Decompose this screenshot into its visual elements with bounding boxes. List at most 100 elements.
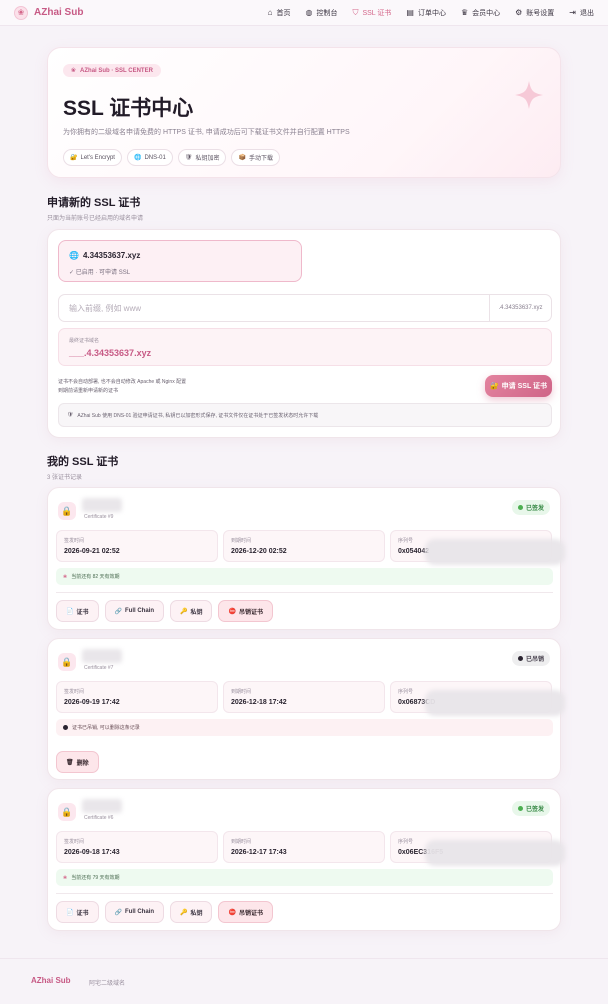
hero-description: 为你拥有的二级域名申请免费的 HTTPS 证书, 申请成功后可下载证书文件并自行…: [63, 129, 350, 136]
button-label: 证书: [76, 609, 89, 616]
domain-status: ✓ 已启用 · 可申请 SSL: [69, 270, 131, 276]
globe-icon: 🌐: [133, 155, 142, 161]
serial-label: 序列号: [398, 689, 414, 695]
nav-item-6[interactable]: ⇥ 退出: [569, 8, 594, 18]
flower-icon: ❀: [71, 68, 77, 74]
cert-actions: 🗑 删除: [56, 751, 99, 773]
apply-section-title: 申请新的 SSL 证书: [47, 197, 141, 209]
button-label: 私钥: [190, 910, 203, 917]
lock-icon: 🔒: [58, 803, 76, 821]
expires-value: 2026-12-20 02:52: [231, 548, 287, 555]
no-entry-icon: ⛔: [228, 608, 236, 615]
button-label: 删除: [76, 760, 89, 767]
tag-label: DNS-01: [144, 154, 166, 161]
button-label: 吊销证书: [238, 910, 263, 917]
cert-domain-redacted: [82, 649, 122, 663]
nav-item-4[interactable]: ♛ 会员中心: [461, 8, 500, 18]
link-icon: 🔗: [114, 909, 122, 916]
serial-field: 序列号 0x06873CD: [390, 681, 565, 716]
hint-renew: 到期前请重新申请新的证书: [58, 388, 119, 394]
cert-id: Certificate #9: [84, 514, 114, 520]
download-fullchain-button[interactable]: 🔗 Full Chain: [104, 901, 164, 923]
nav-item-1[interactable]: ◍ 控制台: [305, 8, 337, 18]
shield-icon: 🛡: [67, 412, 74, 418]
cert-card: 🔒 Certificate #6 已签发 签发时间 2026-09-18 17:…: [47, 788, 565, 931]
serial-redaction: [425, 840, 565, 866]
footer-brand[interactable]: AZhai Sub: [31, 976, 71, 985]
cert-actions: 📄 证书 🔗 Full Chain 🔑 私钥 ⛔ 吊销证书: [56, 600, 273, 622]
nav-item-label: 退出: [580, 9, 594, 17]
serial-redaction: [425, 539, 565, 565]
hero-card: ❀ AZhai Sub · SSL CENTER SSL 证书中心 为你拥有的二…: [47, 47, 561, 178]
status-badge: 已签发: [511, 500, 550, 515]
apply-section-subtitle: 只面为当前账号已经启用的域名申请: [47, 216, 144, 222]
home-icon: ⌂: [267, 8, 273, 17]
download-cert-button[interactable]: 📄 证书: [56, 901, 99, 923]
button-label: Full Chain: [124, 608, 154, 614]
status-dot-icon: [517, 505, 523, 510]
info-text: AZhai Sub 使用 DNS-01 验证申请证书, 私钥已以加密形式保存, …: [77, 412, 319, 419]
serial-label: 序列号: [398, 538, 414, 544]
nav-item-5[interactable]: ⚙ 账号设置: [515, 8, 554, 18]
footer: AZhai Sub 阿宅二级域名: [0, 958, 608, 1004]
flower-icon: ❀: [63, 874, 68, 881]
button-label: 私钥: [190, 609, 203, 616]
cert-domain-redacted: [82, 799, 122, 813]
download-private-key-button[interactable]: 🔑 私钥: [169, 600, 213, 622]
lock-icon: 🔒: [58, 653, 76, 671]
globe-icon: 🌐: [69, 251, 79, 260]
brand-name: AZhai Sub: [34, 7, 84, 18]
cert-card: 🔒 Certificate #7 已吊销 签发时间 2026-09-19 17:…: [47, 638, 565, 780]
nav-item-3[interactable]: ▤ 订单中心: [406, 8, 446, 18]
download-fullchain-button[interactable]: 🔗 Full Chain: [104, 600, 164, 622]
status-badge: 已签发: [511, 801, 550, 816]
tag-private-key: 🛡 私钥加密: [177, 149, 227, 166]
final-domain-value: ___.4.34353637.xyz: [69, 348, 152, 358]
tag-lets-encrypt: 🔐 Let's Encrypt: [63, 149, 122, 166]
delete-cert-button[interactable]: 🗑 删除: [56, 751, 99, 773]
button-label: 证书: [76, 910, 89, 917]
issued-value: 2026-09-18 17:43: [64, 849, 120, 856]
flower-logo-icon: ❀: [14, 5, 28, 20]
link-icon: 🔗: [114, 608, 122, 615]
trash-icon: 🗑: [66, 759, 74, 766]
apply-ssl-button[interactable]: 🔐 申请 SSL 证书: [485, 375, 552, 397]
status-dot-icon: [517, 806, 523, 811]
package-icon: 📦: [238, 155, 246, 161]
document-icon: 📄: [66, 909, 74, 916]
nav-item-2[interactable]: ⛉ SSL 证书: [352, 8, 391, 18]
download-private-key-button[interactable]: 🔑 私钥: [169, 901, 213, 923]
issued-label: 签发时间: [64, 689, 85, 695]
key-icon: 🔑: [179, 608, 188, 615]
key-icon: 🔑: [179, 909, 188, 916]
globe-icon: ◍: [305, 8, 313, 17]
nav-item-label: 控制台: [316, 9, 338, 17]
orders-icon: ▤: [406, 8, 414, 17]
nav-item-label: 订单中心: [417, 9, 446, 17]
settings-icon: ⚙: [515, 8, 523, 17]
validity-note-text: 当前还有 82 天有效期: [71, 574, 120, 580]
sparkle-icon: [515, 81, 543, 109]
nav-item-label: SSL 证书: [362, 9, 392, 17]
brand[interactable]: ❀ AZhai Sub: [14, 5, 84, 20]
cert-id: Certificate #6: [84, 815, 114, 821]
prefix-input-group: .4.34353637.xyz: [58, 294, 552, 322]
tag-download: 📦 手动下载: [231, 149, 280, 166]
button-label: Full Chain: [124, 909, 154, 915]
validity-note: ❀ 当前还有 79 天有效期: [56, 869, 553, 886]
expires-label: 到期时间: [231, 538, 252, 544]
status-text: 已签发: [525, 506, 544, 512]
serial-field: 序列号 0x054042: [390, 530, 565, 565]
download-cert-button[interactable]: 📄 证书: [56, 600, 99, 622]
status-text: 已签发: [525, 807, 544, 813]
revoke-cert-button[interactable]: ⛔ 吊销证书: [218, 600, 273, 622]
button-label: 吊销证书: [238, 609, 263, 616]
prefix-input[interactable]: [59, 295, 489, 321]
domain-option-selected[interactable]: 🌐 4.34353637.xyz ✓ 已启用 · 可申请 SSL: [58, 240, 302, 282]
crown-icon: ♛: [460, 8, 469, 17]
domain-name: 🌐 4.34353637.xyz: [69, 251, 140, 260]
expires-value: 2026-12-18 17:42: [231, 699, 287, 706]
revoke-cert-button[interactable]: ⛔ 吊销证书: [218, 901, 273, 923]
nav-item-0[interactable]: ⌂ 首页: [268, 8, 291, 18]
nav-item-label: 会员中心: [472, 9, 501, 17]
